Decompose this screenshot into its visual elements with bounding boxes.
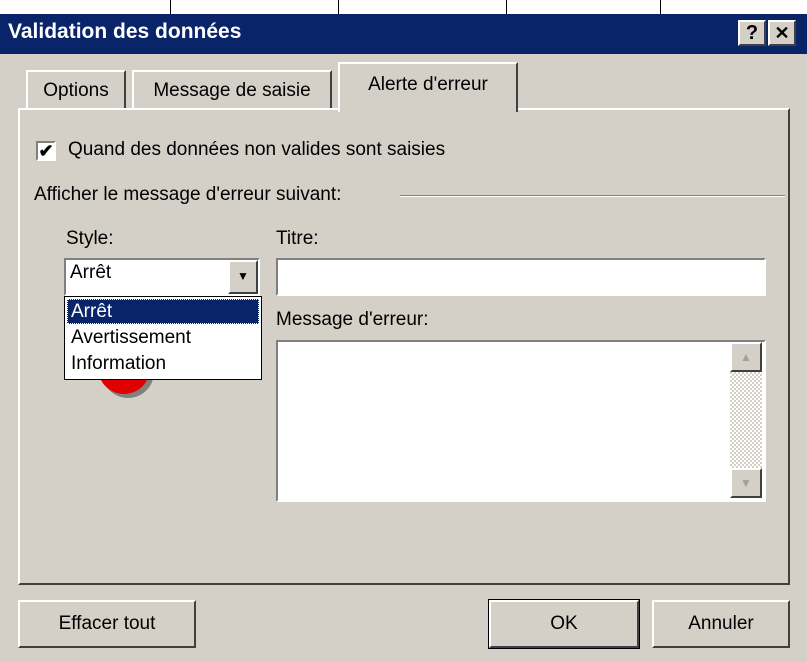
group-label: Afficher le message d'erreur suivant: (34, 184, 342, 205)
titre-input[interactable] (276, 258, 766, 296)
close-icon: ✕ (774, 23, 790, 43)
message-label: Message d'erreur: (276, 309, 429, 330)
style-dropdown-list: Arrêt Avertissement Information (64, 296, 262, 380)
close-button[interactable]: ✕ (768, 20, 796, 46)
style-option-arret[interactable]: Arrêt (67, 299, 259, 324)
style-option-information[interactable]: Information (67, 351, 259, 376)
arrow-down-icon: ▼ (740, 476, 752, 490)
arrow-up-icon: ▲ (740, 350, 752, 364)
sheet-cell (660, 0, 806, 14)
group-divider (400, 195, 785, 197)
tab-alerte-erreur[interactable]: Alerte d'erreur (338, 62, 518, 112)
help-button[interactable]: ? (738, 20, 766, 46)
titre-label: Titre: (276, 228, 319, 249)
window-title: Validation des données (8, 20, 242, 43)
style-label: Style: (66, 228, 114, 249)
show-error-checkbox[interactable]: ✔ (36, 141, 56, 161)
background-sheet-strip (0, 0, 807, 14)
chevron-down-icon: ▼ (237, 269, 249, 283)
show-error-checkbox-label[interactable]: Quand des données non valides sont saisi… (68, 139, 445, 161)
message-textarea[interactable] (276, 340, 766, 502)
sheet-cell (506, 0, 661, 14)
style-dropdown-button[interactable]: ▼ (228, 260, 258, 294)
scroll-down-button[interactable]: ▼ (730, 468, 762, 498)
clear-all-button[interactable]: Effacer tout (18, 600, 196, 648)
checkmark-icon: ✔ (38, 141, 54, 161)
scroll-up-button[interactable]: ▲ (730, 342, 762, 372)
sheet-cell (338, 0, 507, 14)
sheet-cell (170, 0, 339, 14)
ok-button[interactable]: OK (488, 599, 640, 649)
tab-message-de-saisie[interactable]: Message de saisie (132, 70, 332, 110)
tab-options[interactable]: Options (26, 70, 126, 110)
style-combobox-value: Arrêt (70, 262, 112, 283)
sheet-cell (0, 0, 171, 14)
cancel-button[interactable]: Annuler (652, 600, 790, 648)
style-option-avertissement[interactable]: Avertissement (67, 325, 259, 350)
